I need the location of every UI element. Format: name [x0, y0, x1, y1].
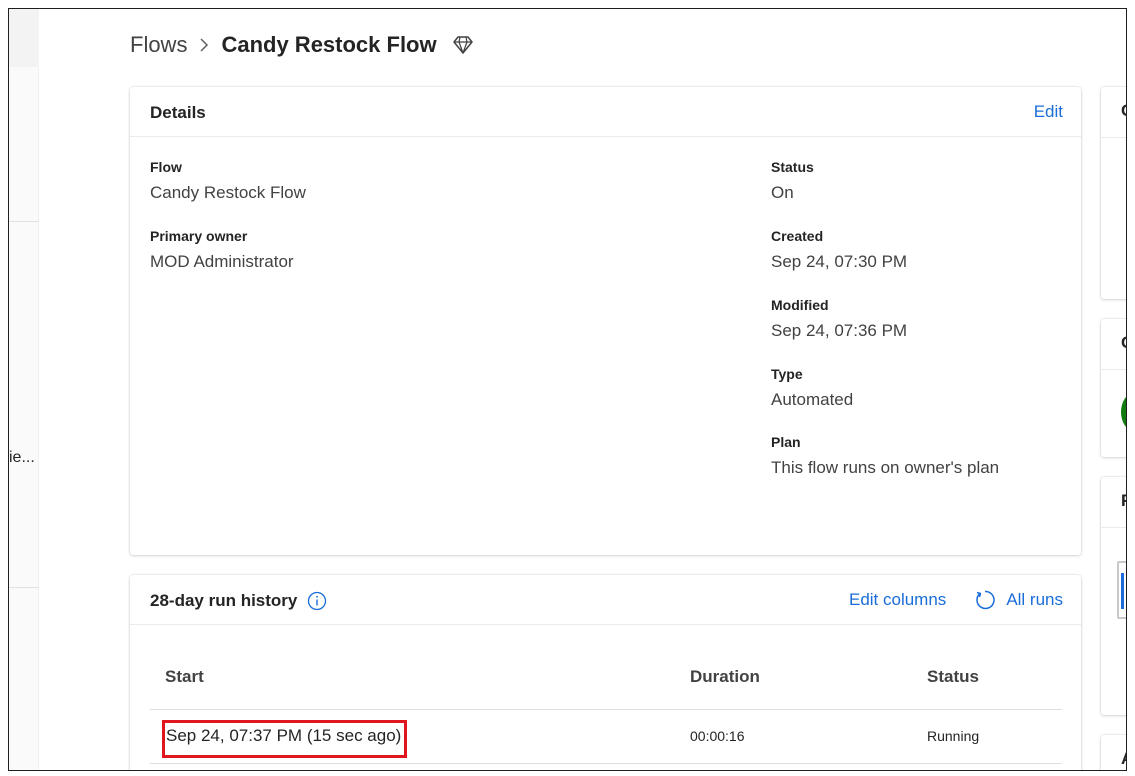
created-label: Created: [771, 228, 824, 244]
status-label: Status: [771, 159, 814, 175]
type-value: Automated: [771, 390, 854, 409]
flow-value: Candy Restock Flow: [150, 183, 306, 202]
diamond-icon: [452, 36, 473, 54]
divider: [1101, 369, 1126, 370]
table-header-row: Start Duration Status: [150, 635, 1062, 710]
plan-field: Plan This flow runs on owner's plan: [771, 434, 999, 478]
right-card-2: C: [1101, 319, 1126, 457]
right-card-title: A: [1121, 749, 1126, 769]
flow-label: Flow: [150, 159, 182, 175]
right-card-3: F: [1101, 477, 1126, 715]
details-card-header: Details Edit: [130, 87, 1081, 137]
status-field: Status On: [771, 159, 814, 203]
run-status: Running: [927, 728, 980, 744]
edit-columns-link[interactable]: Edit columns: [849, 590, 946, 610]
chevron-right-icon: [199, 37, 209, 53]
refresh-icon: [974, 589, 996, 611]
type-label: Type: [771, 366, 803, 382]
all-runs-link[interactable]: All runs: [974, 589, 1063, 611]
breadcrumb-flows-link[interactable]: Flows: [130, 32, 187, 58]
run-history-title: 28-day run history: [150, 591, 298, 610]
all-runs-label: All runs: [1006, 590, 1063, 609]
column-header-start[interactable]: Start: [165, 667, 204, 687]
run-history-header: 28-day run history Edit columns All runs: [130, 575, 1081, 625]
left-rail-header: [9, 9, 39, 67]
flow-field: Flow Candy Restock Flow: [150, 159, 306, 203]
left-rail-divider: [9, 587, 39, 588]
details-card: Details Edit Flow Candy Restock Flow Pri…: [130, 87, 1081, 555]
app-frame: ie... Flows Candy Restock Flow Details E…: [8, 8, 1127, 771]
left-rail-divider: [9, 221, 39, 222]
right-card-4: A: [1101, 735, 1126, 770]
run-start-time[interactable]: Sep 24, 07:37 PM (15 sec ago): [166, 726, 401, 746]
owner-label: Primary owner: [150, 228, 248, 244]
created-field: Created Sep 24, 07:30 PM: [771, 228, 907, 272]
edit-details-link[interactable]: Edit: [1034, 102, 1063, 122]
column-header-status[interactable]: Status: [927, 667, 979, 687]
owner-field: Primary owner MOD Administrator: [150, 228, 294, 272]
run-duration: 00:00:16: [690, 728, 745, 744]
info-icon[interactable]: [307, 591, 327, 611]
divider: [1101, 137, 1126, 138]
table-row[interactable]: Sep 24, 07:37 PM (15 sec ago) 00:00:16 R…: [150, 710, 1062, 764]
right-card-title: F: [1121, 491, 1126, 511]
modified-value: Sep 24, 07:36 PM: [771, 321, 908, 340]
details-title: Details: [150, 103, 206, 122]
right-card-title: C: [1121, 333, 1126, 353]
type-field: Type Automated: [771, 366, 853, 410]
plan-label: Plan: [771, 434, 801, 450]
run-history-card: 28-day run history Edit columns All runs…: [130, 575, 1081, 770]
modified-field: Modified Sep 24, 07:36 PM: [771, 297, 907, 341]
divider: [1101, 527, 1126, 528]
right-card-title: C: [1121, 101, 1126, 121]
right-card-1: C: [1101, 87, 1126, 299]
left-rail-truncated-item[interactable]: ie...: [9, 449, 35, 467]
created-value: Sep 24, 07:30 PM: [771, 252, 908, 271]
run-history-table: Start Duration Status Sep 24, 07:37 PM (…: [150, 635, 1062, 764]
breadcrumb: Flows Candy Restock Flow: [130, 31, 473, 59]
modified-label: Modified: [771, 297, 829, 313]
owner-value: MOD Administrator: [150, 252, 294, 271]
status-value: On: [771, 183, 794, 202]
left-navigation-rail: ie...: [9, 9, 39, 770]
plan-value: This flow runs on owner's plan: [771, 458, 1000, 477]
column-header-duration[interactable]: Duration: [690, 667, 760, 687]
status-avatar: [1121, 393, 1126, 431]
page-title: Candy Restock Flow: [221, 32, 437, 57]
document-icon: [1117, 561, 1126, 619]
